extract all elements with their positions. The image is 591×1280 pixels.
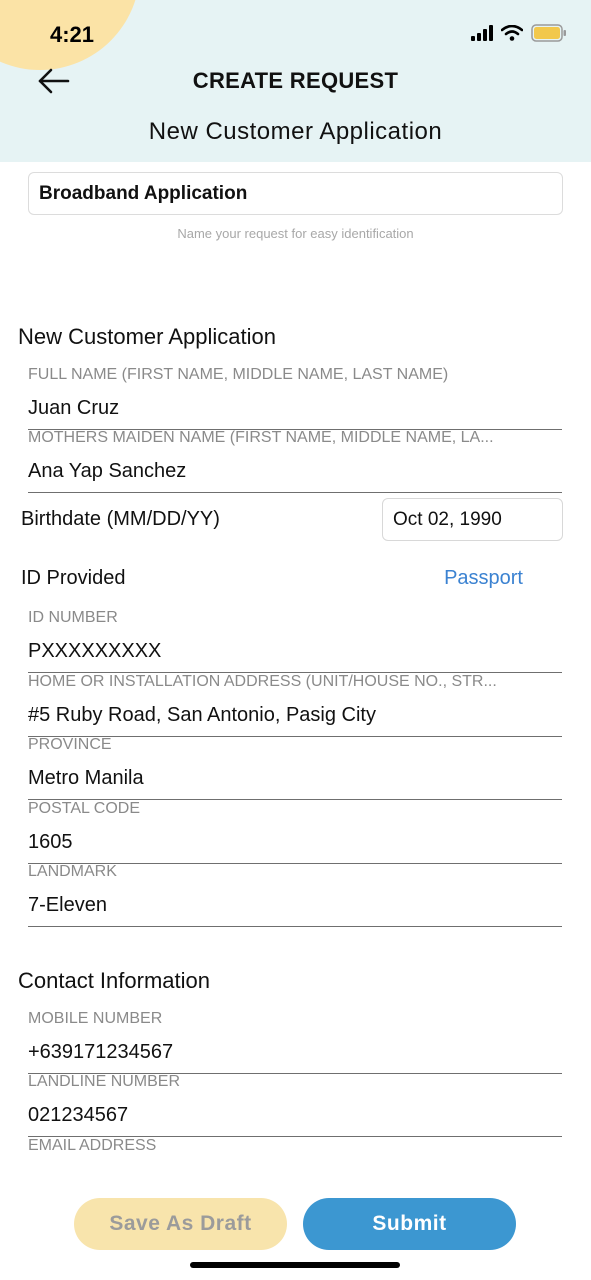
field-label: PROVINCE <box>28 736 112 753</box>
field-label: MOTHERS MAIDEN NAME (FIRST NAME, MIDDLE … <box>28 429 494 446</box>
field-underline <box>28 926 562 927</box>
field-value: Juan Cruz <box>28 397 120 419</box>
field-value: PXXXXXXXXX <box>28 640 162 662</box>
page-subtitle: New Customer Application <box>148 118 443 145</box>
landmark-field[interactable]: LANDMARK 7-Eleven <box>28 863 562 927</box>
section-title-customer: New Customer Application <box>18 324 277 349</box>
id-number-field[interactable]: ID NUMBER PXXXXXXXXX <box>28 609 562 673</box>
status-time: 4:21 <box>50 22 95 47</box>
wifi-icon <box>501 25 523 41</box>
full-name-field[interactable]: FULL NAME (FIRST NAME, MIDDLE NAME, LAST… <box>28 366 562 430</box>
field-value: Metro Manila <box>28 767 144 789</box>
id-type-selector[interactable]: Passport <box>444 567 523 590</box>
request-name-hint: Name your request for easy identificatio… <box>177 226 414 241</box>
section-title-contact: Contact Information <box>18 968 210 993</box>
field-underline <box>28 492 562 493</box>
status-icons <box>471 24 567 42</box>
province-field[interactable]: PROVINCE Metro Manila <box>28 736 562 800</box>
email-address-field[interactable]: EMAIL ADDRESS <box>28 1137 562 1177</box>
field-value: +639171234567 <box>28 1041 174 1063</box>
postal-code-field[interactable]: POSTAL CODE 1605 <box>28 800 562 864</box>
submit-button[interactable]: Submit <box>303 1198 516 1250</box>
landline-number-field[interactable]: LANDLINE NUMBER 021234567 <box>28 1073 562 1137</box>
home-indicator <box>190 1262 400 1268</box>
birthdate-input[interactable]: Oct 02, 1990 <box>382 498 563 541</box>
battery-icon <box>531 24 566 42</box>
field-value: Ana Yap Sanchez <box>28 460 187 482</box>
app-header: 4:21 CREATE REQUEST New Customer Applica… <box>0 0 591 162</box>
page-title: CREATE REQUEST <box>192 68 399 93</box>
field-value: #5 Ruby Road, San Antonio, Pasig City <box>28 704 376 726</box>
field-label: MOBILE NUMBER <box>28 1010 163 1027</box>
field-label: ID NUMBER <box>28 609 118 626</box>
field-label: EMAIL ADDRESS <box>28 1137 157 1154</box>
field-value: 7-Eleven <box>28 894 107 916</box>
field-label: LANDMARK <box>28 863 117 880</box>
field-label: POSTAL CODE <box>28 800 141 817</box>
field-label: LANDLINE NUMBER <box>28 1073 181 1090</box>
field-label: FULL NAME (FIRST NAME, MIDDLE NAME, LAST… <box>28 366 449 383</box>
birthdate-label: Birthdate (MM/DD/YY) <box>21 508 220 530</box>
field-value: 1605 <box>28 831 73 853</box>
save-as-draft-button[interactable]: Save As Draft <box>74 1198 287 1250</box>
address-field[interactable]: HOME OR INSTALLATION ADDRESS (UNIT/HOUSE… <box>28 673 562 737</box>
mothers-maiden-name-field[interactable]: MOTHERS MAIDEN NAME (FIRST NAME, MIDDLE … <box>28 429 562 493</box>
id-provided-label: ID Provided <box>21 567 126 589</box>
mobile-number-field[interactable]: MOBILE NUMBER +639171234567 <box>28 1010 562 1074</box>
request-name-input[interactable]: Broadband Application <box>28 172 563 215</box>
signal-icon <box>471 25 493 41</box>
field-label: HOME OR INSTALLATION ADDRESS (UNIT/HOUSE… <box>28 673 497 690</box>
field-value: 021234567 <box>28 1104 129 1126</box>
